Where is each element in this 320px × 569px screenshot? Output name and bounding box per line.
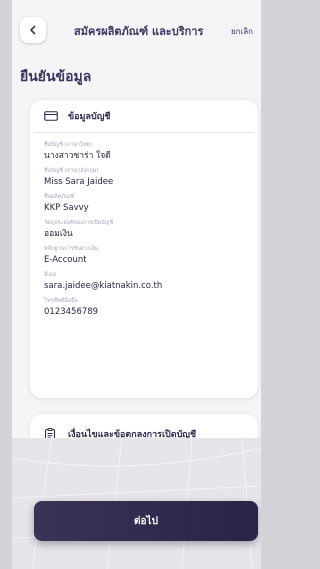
cancel-button[interactable]: ยกเลิก	[231, 25, 253, 38]
field-label: ชื่อบัญชี (ภาษาอังกฤษ)	[44, 168, 99, 174]
document-icon	[44, 427, 58, 438]
account-info-card: ข้อมูลบัญชี ชื่อบัญชี (ภาษาไทย) นางสาวซา…	[30, 100, 258, 398]
field-value: ออมเงิน	[44, 229, 73, 239]
chevron-left-icon	[30, 25, 36, 35]
field-label: โทรศัพท์มือถือ	[44, 298, 78, 304]
field-label: อีเมล	[44, 272, 57, 278]
main-screen: สมัครผลิตภัณฑ์ และบริการ ยกเลิก ยืนยันข้…	[12, 0, 261, 438]
back-button[interactable]	[20, 17, 46, 43]
field-account-name-th: ชื่อบัญชี (ภาษาไทย) นางสาวซาร่า ใจดี	[44, 142, 258, 162]
terms-card-title: เงื่อนไขและข้อตกลงการเปิดบัญชี	[68, 430, 197, 438]
field-mobile: โทรศัพท์มือถือ 0123456789	[44, 298, 258, 318]
field-account-name-en: ชื่อบัญชี (ภาษาอังกฤษ) Miss Sara Jaidee	[44, 168, 258, 188]
field-deposit-evidence: หลักฐานการรับฝากเงิน E-Account	[44, 246, 258, 266]
next-button[interactable]: ต่อไป	[34, 501, 258, 541]
page-title: ยืนยันข้อมูล	[20, 69, 92, 85]
field-label: หลักฐานการรับฝากเงิน	[44, 246, 98, 252]
account-card-title: ข้อมูลบัญชี	[68, 112, 111, 122]
field-label: วัตถุประสงค์ของการเปิดบัญชี	[44, 220, 114, 226]
top-bar: สมัครผลิตภัณฑ์ และบริการ ยกเลิก	[12, 0, 261, 60]
terms-card[interactable]: เงื่อนไขและข้อตกลงการเปิดบัญชี	[30, 414, 258, 438]
field-product-name: ชื่อผลิตภัณฑ์ KKP Savvy	[44, 194, 258, 214]
field-email: อีเมล sara.jaidee@kiatnakin.co.th	[44, 272, 258, 292]
bottom-bar: ต่อไป	[12, 438, 261, 569]
field-value: sara.jaidee@kiatnakin.co.th	[44, 281, 163, 291]
field-value: นางสาวซาร่า ใจดี	[44, 151, 111, 161]
field-value: E-Account	[44, 255, 87, 265]
card-icon	[44, 110, 58, 122]
account-card-header: ข้อมูลบัญชี	[30, 100, 258, 132]
field-value: 0123456789	[44, 307, 99, 317]
terms-card-header[interactable]: เงื่อนไขและข้อตกลงการเปิดบัญชี	[30, 414, 258, 438]
field-purpose: วัตถุประสงค์ของการเปิดบัญชี ออมเงิน	[44, 220, 258, 240]
header-title: สมัครผลิตภัณฑ์ และบริการ	[74, 25, 204, 38]
field-label: ชื่อผลิตภัณฑ์	[44, 194, 75, 200]
field-label: ชื่อบัญชี (ภาษาไทย)	[44, 142, 93, 148]
field-value: Miss Sara Jaidee	[44, 177, 114, 187]
app-root: สมัครผลิตภัณฑ์ และบริการ ยกเลิก ยืนยันข้…	[0, 0, 261, 569]
account-fields: ชื่อบัญชี (ภาษาไทย) นางสาวซาร่า ใจดี ชื่…	[30, 133, 258, 318]
field-value: KKP Savvy	[44, 203, 89, 213]
